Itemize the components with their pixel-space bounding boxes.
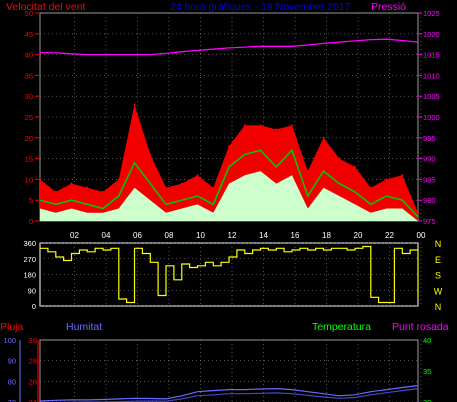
- pressure-ytick-label: 1020: [423, 30, 440, 39]
- wind-xtick-label: 22: [385, 231, 394, 240]
- pressure-title: Pressió: [371, 1, 406, 13]
- compass-label: W: [434, 286, 443, 296]
- rain-ytick-label: 24: [29, 398, 37, 402]
- wind-gust-point: [102, 190, 104, 193]
- direction-ytick-label: 270: [23, 255, 36, 264]
- range-title: 24 hora gràfiques - 18 Novembre 2017: [170, 1, 351, 13]
- wind-gust-point: [401, 174, 404, 177]
- wind-gust-point: [228, 145, 230, 148]
- wind-ytick-label: 35: [25, 71, 33, 80]
- wind-gust-point: [322, 136, 325, 139]
- wind-gust-point: [369, 186, 372, 189]
- wind-gust-point: [117, 178, 120, 181]
- compass-label: E: [435, 255, 441, 265]
- wind-gust-point: [338, 157, 341, 160]
- wind-gust-point: [54, 190, 57, 193]
- temperature-ytick-label: 40: [423, 336, 431, 345]
- wind-chart-plot: [39, 38, 419, 221]
- wind-speed-title: Velocitat del vent: [6, 1, 85, 13]
- wind-xtick-label: 08: [165, 231, 174, 240]
- wind-gust-point: [259, 124, 262, 127]
- dewpoint-label: Punt rosada: [392, 321, 449, 333]
- wind-ytick-label: 45: [25, 30, 33, 39]
- pressure-ytick-label: 1025: [423, 9, 440, 18]
- wind-ytick-label: 30: [25, 92, 33, 101]
- pressure-ytick-label: 990: [423, 155, 436, 164]
- direction-ytick-label: 0: [32, 302, 36, 311]
- wind-gust-point: [354, 165, 356, 168]
- wind-gust-point: [196, 174, 199, 177]
- wind-gust-point: [133, 103, 136, 106]
- pressure-ytick-label: 1000: [423, 113, 440, 122]
- wind-gust-point: [417, 211, 419, 214]
- direction-ytick-label: 360: [23, 239, 36, 248]
- wind-gust-point: [385, 178, 388, 181]
- pressure-ytick-label: 1010: [423, 71, 440, 80]
- wind-xtick-label: 04: [102, 231, 111, 240]
- pressure-ytick-label: 1015: [423, 51, 440, 60]
- wind-ytick-label: 20: [25, 134, 33, 143]
- wind-xtick-label: 16: [291, 231, 300, 240]
- wind-ytick-label: 25: [25, 113, 33, 122]
- direction-ytick-label: 180: [23, 271, 36, 280]
- wind-ytick-label: 40: [25, 51, 33, 60]
- wind-gust-point: [70, 182, 73, 185]
- pressure-ytick-label: 975: [423, 217, 436, 226]
- wind-gust-point: [212, 186, 215, 189]
- humidity-ytick-label: 100: [3, 336, 16, 345]
- wind-gust-point: [291, 124, 293, 127]
- wind-xtick-label: 14: [259, 231, 268, 240]
- humidity-ytick-label: 70: [8, 398, 16, 402]
- lower-frame: [39, 339, 419, 402]
- wind-gust-point: [149, 153, 152, 156]
- wind-gust-point: [165, 186, 167, 189]
- temperature-ytick-label: 30: [423, 398, 431, 402]
- wind-ytick-label: 15: [25, 155, 33, 164]
- compass-label: N: [435, 302, 442, 312]
- temperature-label: Temperatura: [312, 321, 371, 333]
- humidity-ytick-label: 80: [8, 377, 16, 386]
- wind-gust-point: [180, 182, 183, 185]
- wind-xtick-label: 18: [322, 231, 331, 240]
- wind-ytick-label: 5: [29, 196, 33, 205]
- rain-ytick-label: 28: [29, 357, 37, 366]
- weather-charts: 0510152025303540455097598098599099510001…: [0, 1, 449, 402]
- wind-xtick-label: 02: [70, 231, 79, 240]
- humidity-label: Humitat: [66, 321, 102, 333]
- wind-xtick-label: 20: [354, 231, 363, 240]
- compass-label: S: [435, 271, 441, 281]
- pressure-ytick-label: 985: [423, 175, 436, 184]
- wind-xtick-label: 06: [133, 231, 142, 240]
- rain-label: Pluja: [0, 321, 24, 333]
- rain-ytick-label: 26: [29, 377, 37, 386]
- wind-gust-point: [306, 170, 309, 173]
- wind-gust-point: [275, 128, 278, 131]
- pressure-line: [39, 38, 419, 56]
- compass-label: N: [435, 239, 442, 249]
- direction-ytick-label: 90: [28, 286, 36, 295]
- wind-xtick-label: 12: [228, 231, 237, 240]
- wind-ytick-label: 10: [25, 175, 33, 184]
- pressure-ytick-label: 995: [423, 134, 436, 143]
- pressure-ytick-label: 1005: [423, 92, 440, 101]
- humidity-ytick-label: 90: [8, 357, 16, 366]
- pressure-ytick-label: 980: [423, 196, 436, 205]
- wind-xtick-label: 00: [417, 231, 426, 240]
- wind-gust-point: [243, 124, 246, 127]
- lower-chart-plot: [39, 384, 419, 402]
- wind-gust-point: [86, 186, 89, 189]
- wind-ytick-label: 0: [29, 217, 33, 226]
- direction-chart-grid: [39, 242, 422, 307]
- temperature-ytick-label: 35: [423, 367, 431, 376]
- rain-ytick-label: 30: [29, 336, 37, 345]
- wind-xtick-label: 10: [196, 231, 205, 240]
